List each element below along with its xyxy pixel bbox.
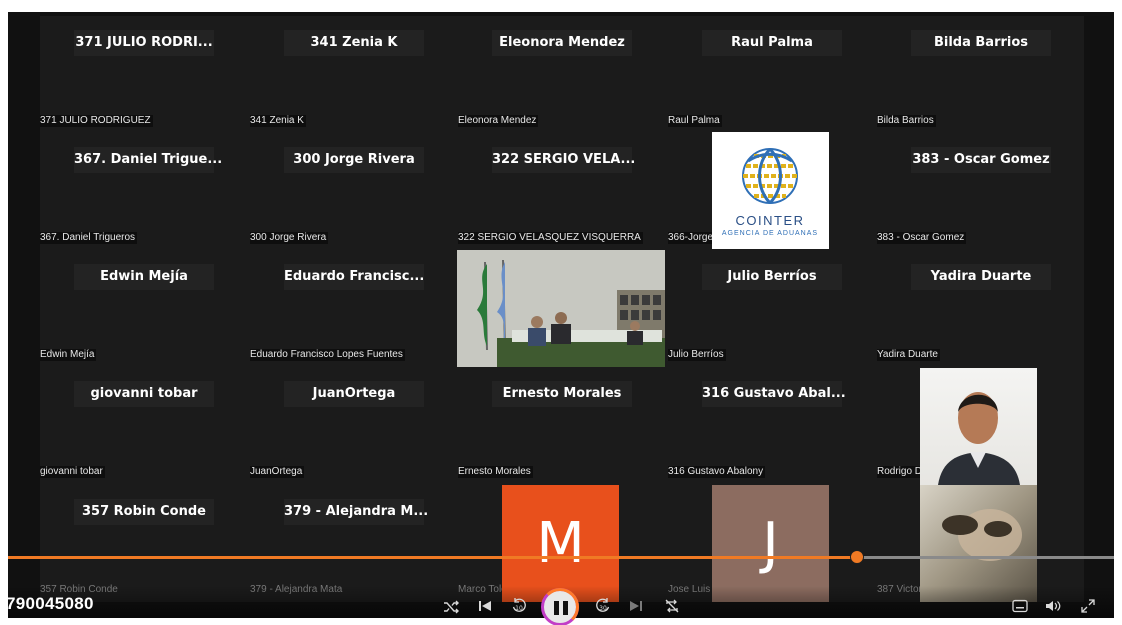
- participant-name-label: Eleonora Mendez: [458, 115, 539, 127]
- participant-tile: 379 - Alejandra M...379 - Alejandra Mata: [250, 485, 458, 602]
- participant-name-label: giovanni tobar: [40, 466, 105, 478]
- participant-tile: Julio Berríos Julio Berríos: [668, 250, 876, 367]
- logo-name: COINTER: [736, 213, 805, 228]
- skip-previous-icon[interactable]: [478, 599, 492, 617]
- participant-tile: 341 Zenia K 341 Zenia K: [250, 16, 458, 133]
- participant-name-center: 383 - Oscar Gomez: [911, 147, 1051, 173]
- participant-photo-tile: [920, 368, 1037, 485]
- participant-name-center: 357 Robin Conde: [74, 499, 214, 525]
- pause-icon: [554, 601, 559, 615]
- room-video-tile: [457, 250, 665, 367]
- avatar-letter: M: [536, 511, 585, 576]
- participant-name-label: Edwin Mejía: [40, 349, 97, 361]
- participant-tile: 316 Gustavo Abal... 316 Gustavo Abalony: [668, 367, 876, 484]
- repeat-off-icon[interactable]: [664, 598, 680, 618]
- seek-bar-thumb[interactable]: [850, 550, 864, 564]
- time-display: 790045080: [6, 594, 94, 613]
- avatar-tile-j: J: [712, 485, 829, 602]
- pause-button[interactable]: [541, 588, 579, 625]
- svg-text:10: 10: [515, 605, 523, 612]
- participant-name-center: 322 SERGIO VELA...: [492, 147, 635, 173]
- participant-name-center: 300 Jorge Rivera: [284, 147, 424, 173]
- participant-name-center: 367. Daniel Trigue...: [74, 147, 222, 173]
- video-player: 371 JULIO RODRI... 371 JULIO RODRIGUEZ 341…: [0, 0, 1122, 625]
- participant-name-center: Yadira Duarte: [911, 264, 1051, 290]
- participant-name-label: Raul Palma: [668, 115, 722, 127]
- participant-name-label: 322 SERGIO VELASQUEZ VISQUERRA: [458, 232, 643, 244]
- subtitles-icon[interactable]: [1012, 599, 1028, 617]
- participant-name-label: Eduardo Francisco Lopes Fuentes: [250, 349, 405, 361]
- participant-name-center: Eleonora Mendez: [492, 30, 632, 56]
- participant-name-label: 383 - Oscar Gomez: [877, 232, 967, 244]
- participant-tile: 383 - Oscar Gomez 383 - Oscar Gomez: [877, 133, 1085, 250]
- participant-tile: 300 Jorge Rivera 300 Jorge Rivera: [250, 133, 458, 250]
- seek-bar-progress: [8, 556, 857, 559]
- participant-name-label: Bilda Barrios: [877, 115, 936, 127]
- room-video-frame: [457, 250, 665, 367]
- participant-name-label: Yadira Duarte: [877, 349, 940, 361]
- logo-subtitle: AGENCIA DE ADUANAS: [722, 230, 818, 237]
- participant-name-label: 300 Jorge Rivera: [250, 232, 329, 244]
- participant-tile: Bilda Barrios Bilda Barrios: [877, 16, 1085, 133]
- participant-tile: giovanni tobar giovanni tobar: [40, 367, 248, 484]
- participant-tile: JuanOrtega JuanOrtega: [250, 367, 458, 484]
- participant-face-tile: [920, 485, 1037, 602]
- seek-bar[interactable]: [8, 550, 1114, 564]
- participant-name-center: JuanOrtega: [284, 381, 424, 407]
- participant-name-center: 379 - Alejandra M...: [284, 499, 428, 525]
- face-photo: [942, 509, 1022, 561]
- participant-name-label: Ernesto Morales: [458, 466, 533, 478]
- participant-tile: Edwin Mejía Edwin Mejía: [40, 250, 248, 367]
- participant-tile: 357 Robin Conde357 Robin Conde: [40, 485, 248, 602]
- participant-tile: 371 JULIO RODRI... 371 JULIO RODRIGUEZ: [40, 16, 248, 133]
- participant-name-label: JuanOrtega: [250, 466, 305, 478]
- avatar-letter: J: [762, 511, 779, 576]
- participant-name-label: 371 JULIO RODRIGUEZ: [40, 115, 153, 127]
- participant-tile: 322 SERGIO VELA... 322 SERGIO VELASQUEZ V…: [458, 133, 666, 250]
- participant-name-label: Julio Berríos: [668, 349, 726, 361]
- globe-logo-icon: COINTER AGENCIA DE ADUANAS: [722, 147, 818, 237]
- cointer-logo-tile: COINTER AGENCIA DE ADUANAS: [712, 132, 829, 249]
- rewind-10-icon[interactable]: 10: [510, 597, 528, 619]
- avatar-tile-m: M: [502, 485, 619, 602]
- participant-tile: Eduardo Francisc... Eduardo Francisco Lop…: [250, 250, 458, 367]
- participant-name-center: Julio Berríos: [702, 264, 842, 290]
- skip-next-icon[interactable]: [629, 599, 643, 617]
- participant-tile: Yadira Duarte Yadira Duarte: [877, 250, 1085, 367]
- participant-name-center: Bilda Barrios: [911, 30, 1051, 56]
- participant-name-center: 341 Zenia K: [284, 30, 424, 56]
- participant-tile: 367. Daniel Trigue... 367. Daniel Triguer…: [40, 133, 248, 250]
- participant-name-label: 341 Zenia K: [250, 115, 306, 127]
- participant-tile: Raul Palma Raul Palma: [668, 16, 876, 133]
- shuffle-icon[interactable]: [443, 600, 459, 618]
- participant-name-center: 316 Gustavo Abal...: [702, 381, 846, 407]
- fullscreen-icon[interactable]: [1081, 599, 1095, 617]
- volume-icon[interactable]: [1045, 599, 1063, 617]
- participant-name-center: Edwin Mejía: [74, 264, 214, 290]
- svg-text:30: 30: [599, 605, 607, 612]
- participant-tile: Ernesto Morales Ernesto Morales: [458, 367, 666, 484]
- participant-name-center: Eduardo Francisc...: [284, 264, 424, 290]
- participant-name-center: Raul Palma: [702, 30, 842, 56]
- forward-30-icon[interactable]: 30: [594, 597, 612, 619]
- participant-name-center: Ernesto Morales: [492, 381, 632, 407]
- participant-name-label: 316 Gustavo Abalony: [668, 466, 766, 478]
- participant-tile: Eleonora Mendez Eleonora Mendez: [458, 16, 666, 133]
- pause-icon-bar: [563, 601, 568, 615]
- person-photo: [938, 392, 1020, 485]
- participant-name-label: 367. Daniel Trigueros: [40, 232, 138, 244]
- participant-name-center: 371 JULIO RODRI...: [74, 30, 214, 56]
- participant-name-center: giovanni tobar: [74, 381, 214, 407]
